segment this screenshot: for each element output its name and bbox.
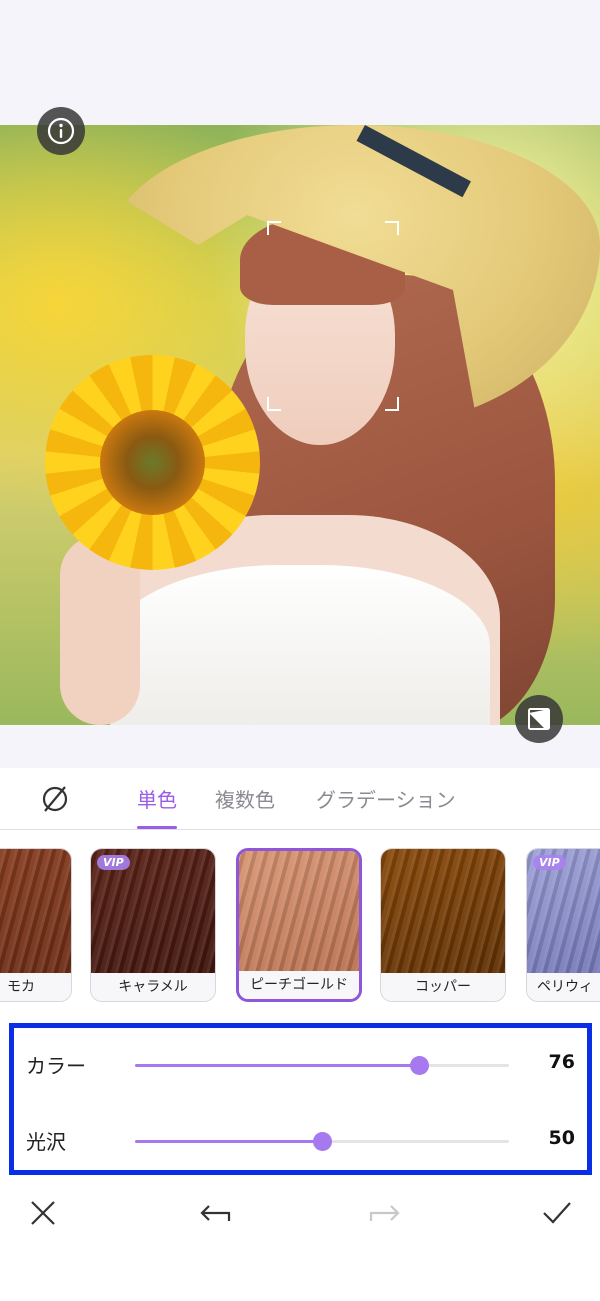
swatch-caramel[interactable]: VIP キャラメル (90, 848, 216, 1002)
swatch-label: ペリウィ (527, 973, 600, 1001)
undo-icon (200, 1205, 231, 1221)
no-color-button[interactable] (38, 782, 72, 816)
active-tab-indicator (137, 826, 177, 829)
tab-gradation[interactable]: グラデーション (316, 784, 456, 813)
dress (110, 565, 490, 725)
slider-knob[interactable] (313, 1132, 332, 1151)
vip-badge: VIP (97, 855, 130, 870)
close-icon (31, 1201, 55, 1225)
tab-multi-color[interactable]: 複数色 (215, 784, 275, 813)
cancel-button[interactable] (25, 1195, 61, 1231)
check-icon (543, 1202, 571, 1224)
info-icon (47, 117, 75, 145)
sunflower (45, 355, 260, 570)
hair-color-list[interactable]: モカ VIP キャラメル ピーチゴールド コッパー VIP ペリウィ (0, 846, 600, 1006)
color-slider-label: カラー (26, 1054, 86, 1078)
redo-icon (369, 1205, 400, 1221)
redo-button[interactable] (367, 1195, 403, 1231)
info-button[interactable] (37, 107, 85, 155)
swatch-label: ピーチゴールド (239, 971, 359, 999)
swatch-image (239, 851, 359, 977)
confirm-button[interactable] (539, 1195, 575, 1231)
swatch-image (381, 849, 505, 975)
undo-button[interactable] (197, 1195, 233, 1231)
slider-fill (135, 1140, 322, 1143)
compare-button[interactable] (515, 695, 563, 743)
swatch-periwinkle[interactable]: VIP ペリウィ (526, 848, 600, 1002)
swatch-label: キャラメル (91, 973, 215, 1001)
swatch-copper[interactable]: コッパー (380, 848, 506, 1002)
slider-knob[interactable] (410, 1056, 430, 1075)
slider-fill (135, 1064, 420, 1067)
color-slider-row: カラー 76 (14, 1045, 587, 1085)
color-slider[interactable] (135, 1056, 509, 1075)
preview-area (0, 0, 600, 768)
no-color-icon (42, 786, 68, 812)
color-mode-tabs: 単色 複数色 グラデーション (0, 768, 600, 830)
swatch-label: コッパー (381, 973, 505, 1001)
swatch-image (0, 849, 71, 975)
gloss-slider-row: 光沢 50 (14, 1121, 587, 1161)
swatch-label: モカ (0, 973, 71, 1001)
bottom-toolbar (0, 1185, 600, 1241)
gloss-slider-label: 光沢 (26, 1130, 66, 1154)
gloss-slider[interactable] (135, 1132, 509, 1151)
adjustment-panel: カラー 76 光沢 50 (9, 1023, 592, 1175)
gloss-slider-value: 50 (548, 1127, 575, 1149)
preview-photo[interactable] (0, 125, 600, 725)
tab-single-color[interactable]: 単色 (137, 784, 177, 813)
vip-badge: VIP (533, 855, 566, 870)
face-detection-frame (267, 221, 399, 411)
swatch-peach-gold[interactable]: ピーチゴールド (236, 848, 362, 1002)
color-slider-value: 76 (548, 1051, 575, 1073)
compare-icon (528, 708, 550, 730)
swatch-mocha[interactable]: モカ (0, 848, 72, 1002)
